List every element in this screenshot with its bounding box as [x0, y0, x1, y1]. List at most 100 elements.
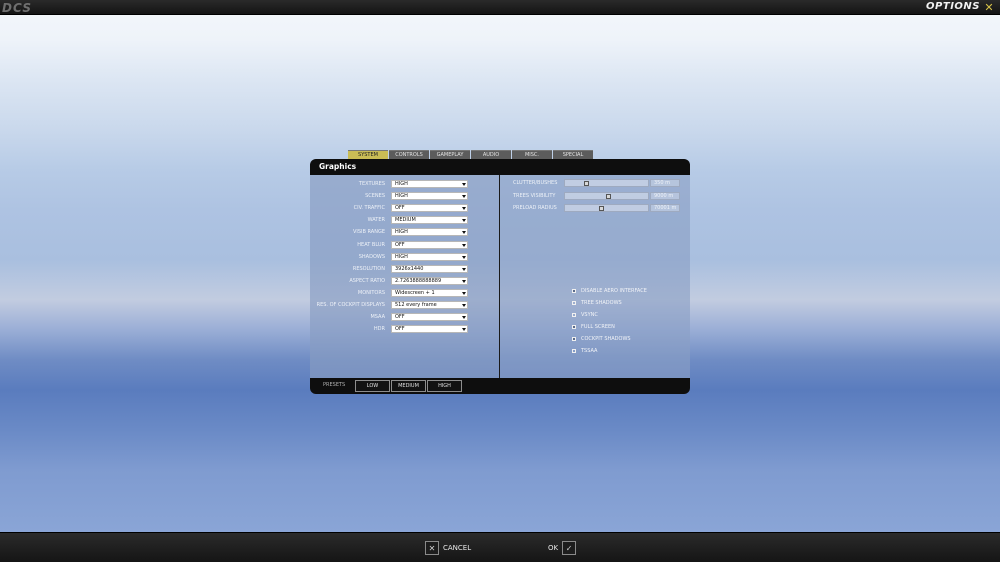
slider-label: TREES VISIBILITY [513, 192, 556, 199]
checkbox[interactable] [572, 289, 576, 293]
slider-handle[interactable] [583, 181, 589, 186]
checkbox-row[interactable]: TSSAA [572, 347, 597, 355]
slider-handle[interactable] [599, 206, 605, 211]
setting-dropdown[interactable]: OFF [391, 313, 468, 322]
dropdown-value: HIGH [395, 193, 408, 200]
checkbox-row[interactable]: FULL SCREEN [572, 323, 615, 331]
chevron-down-icon [462, 255, 466, 259]
slider-value: 350 m [650, 179, 680, 187]
tab-special[interactable]: SPECIAL [553, 150, 593, 159]
chevron-down-icon [462, 267, 466, 271]
dropdown-value: HIGH [395, 229, 408, 236]
tab-controls[interactable]: CONTROLS [389, 150, 429, 159]
dropdown-value: HIGH [395, 181, 408, 187]
chevron-down-icon [462, 328, 466, 332]
checkbox-label: TSSAA [581, 348, 598, 354]
setting-label: RES. OF COCKPIT DISPLAYS [316, 302, 385, 308]
setting-row: RESOLUTION [310, 265, 385, 273]
setting-dropdown[interactable]: OFF [391, 240, 468, 249]
setting-dropdown[interactable]: OFF [391, 204, 468, 213]
setting-row: TEXTURES [310, 180, 385, 188]
checkbox-label: FULL SCREEN [581, 324, 615, 330]
slider-handle[interactable] [605, 193, 611, 199]
setting-label: HEAT BLUR [357, 241, 385, 248]
setting-dropdown[interactable]: 512 every frame [391, 301, 468, 309]
chevron-down-icon [462, 243, 466, 247]
setting-row: WATER [310, 216, 385, 224]
setting-dropdown[interactable]: HIGH [391, 228, 468, 237]
panel-title: Graphics [310, 159, 690, 175]
slider-track[interactable] [564, 204, 649, 212]
dropdown-value: OFF [395, 314, 405, 321]
setting-label: RESOLUTION [352, 265, 385, 272]
chevron-down-icon [462, 291, 466, 295]
preset-high-button[interactable]: HIGH [427, 380, 462, 392]
preset-medium-button[interactable]: MEDIUM [391, 380, 426, 392]
setting-dropdown[interactable]: MEDIUM [391, 216, 468, 225]
dropdown-value: OFF [395, 326, 405, 333]
checkbox[interactable] [572, 337, 576, 341]
chevron-down-icon [462, 195, 466, 199]
setting-dropdown[interactable]: HIGH [391, 192, 468, 201]
tab-system[interactable]: SYSTEM [348, 150, 388, 159]
preset-low-button[interactable]: LOW [355, 380, 390, 392]
setting-row: SHADOWS [310, 253, 385, 261]
setting-dropdown[interactable]: OFF [391, 325, 468, 334]
page-title: OPTIONS [926, 1, 980, 12]
chevron-down-icon [462, 219, 466, 223]
dropdown-value: MEDIUM [395, 217, 416, 224]
setting-row: HDR [310, 325, 385, 333]
graphics-panel: Graphics TEXTURES HIGH SCENES HIGH CIV. TRAF… [310, 159, 690, 394]
setting-dropdown[interactable]: HIGH [391, 180, 468, 188]
dropdown-value: 512 every frame [395, 302, 437, 308]
setting-row: RES. OF COCKPIT DISPLAYS [310, 301, 385, 309]
checkmark-icon: ✓ [562, 541, 577, 555]
setting-row: HEAT BLUR [310, 241, 385, 249]
tab-misc[interactable]: MISC. [512, 150, 552, 159]
chevron-down-icon [462, 279, 466, 283]
checkbox[interactable] [572, 349, 576, 353]
checkbox-row[interactable]: VSYNC [572, 311, 598, 319]
slider-value: 9000 m [650, 191, 680, 200]
checkbox[interactable] [572, 301, 576, 305]
setting-label: SHADOWS [358, 253, 385, 260]
slider-track[interactable] [564, 191, 649, 200]
options-tabs: SYSTEM CONTROLS GAMEPLAY AUDIO MISC. SPE… [348, 150, 594, 159]
setting-label: MONITORS [357, 289, 385, 296]
chevron-down-icon [462, 316, 466, 320]
checkbox-row[interactable]: COCKPIT SHADOWS [572, 335, 631, 343]
close-icon[interactable]: ✕ [983, 1, 995, 14]
slider-track[interactable] [564, 179, 649, 187]
dropdown-value: OFF [395, 205, 405, 212]
setting-row: SCENES [310, 192, 385, 200]
setting-dropdown[interactable]: 2.7263888888889 [391, 276, 468, 285]
setting-label: MSAA [370, 314, 385, 321]
ok-button[interactable]: OK ✓ [548, 541, 577, 555]
cancel-button[interactable]: ✕ CANCEL [425, 541, 471, 555]
checkbox[interactable] [572, 325, 576, 329]
checkbox-label: VSYNC [581, 312, 598, 318]
checkbox-label: DISABLE AERO INTERFACE [581, 288, 647, 294]
checkbox-row[interactable]: TREE SHADOWS [572, 299, 622, 307]
setting-row: ASPECT RATIO [310, 277, 385, 285]
tab-audio[interactable]: AUDIO [471, 150, 511, 159]
checkbox-label: COCKPIT SHADOWS [581, 336, 631, 342]
presets-label: PRESETS [323, 382, 346, 388]
chevron-down-icon [462, 231, 466, 235]
top-bar: DCS OPTIONS ✕ [0, 0, 1000, 15]
setting-label: VISIB RANGE [352, 229, 385, 236]
column-divider [499, 175, 500, 394]
setting-dropdown[interactable]: HIGH [391, 252, 468, 261]
chevron-down-icon [462, 207, 466, 211]
checkbox-row[interactable]: DISABLE AERO INTERFACE [572, 287, 647, 295]
setting-label: HDR [373, 326, 385, 333]
setting-label: ASPECT RATIO [349, 277, 385, 284]
dropdown-value: 2.7263888888889 [395, 277, 442, 284]
setting-dropdown[interactable]: 3926x1440 [391, 264, 468, 273]
cancel-label: CANCEL [443, 544, 472, 552]
tab-gameplay[interactable]: GAMEPLAY [430, 150, 470, 159]
dcs-logo: DCS [2, 1, 32, 15]
setting-dropdown[interactable]: Widescreen + 1 [391, 288, 468, 297]
checkbox[interactable] [572, 313, 576, 317]
slider-value: 70001 m [650, 204, 680, 212]
